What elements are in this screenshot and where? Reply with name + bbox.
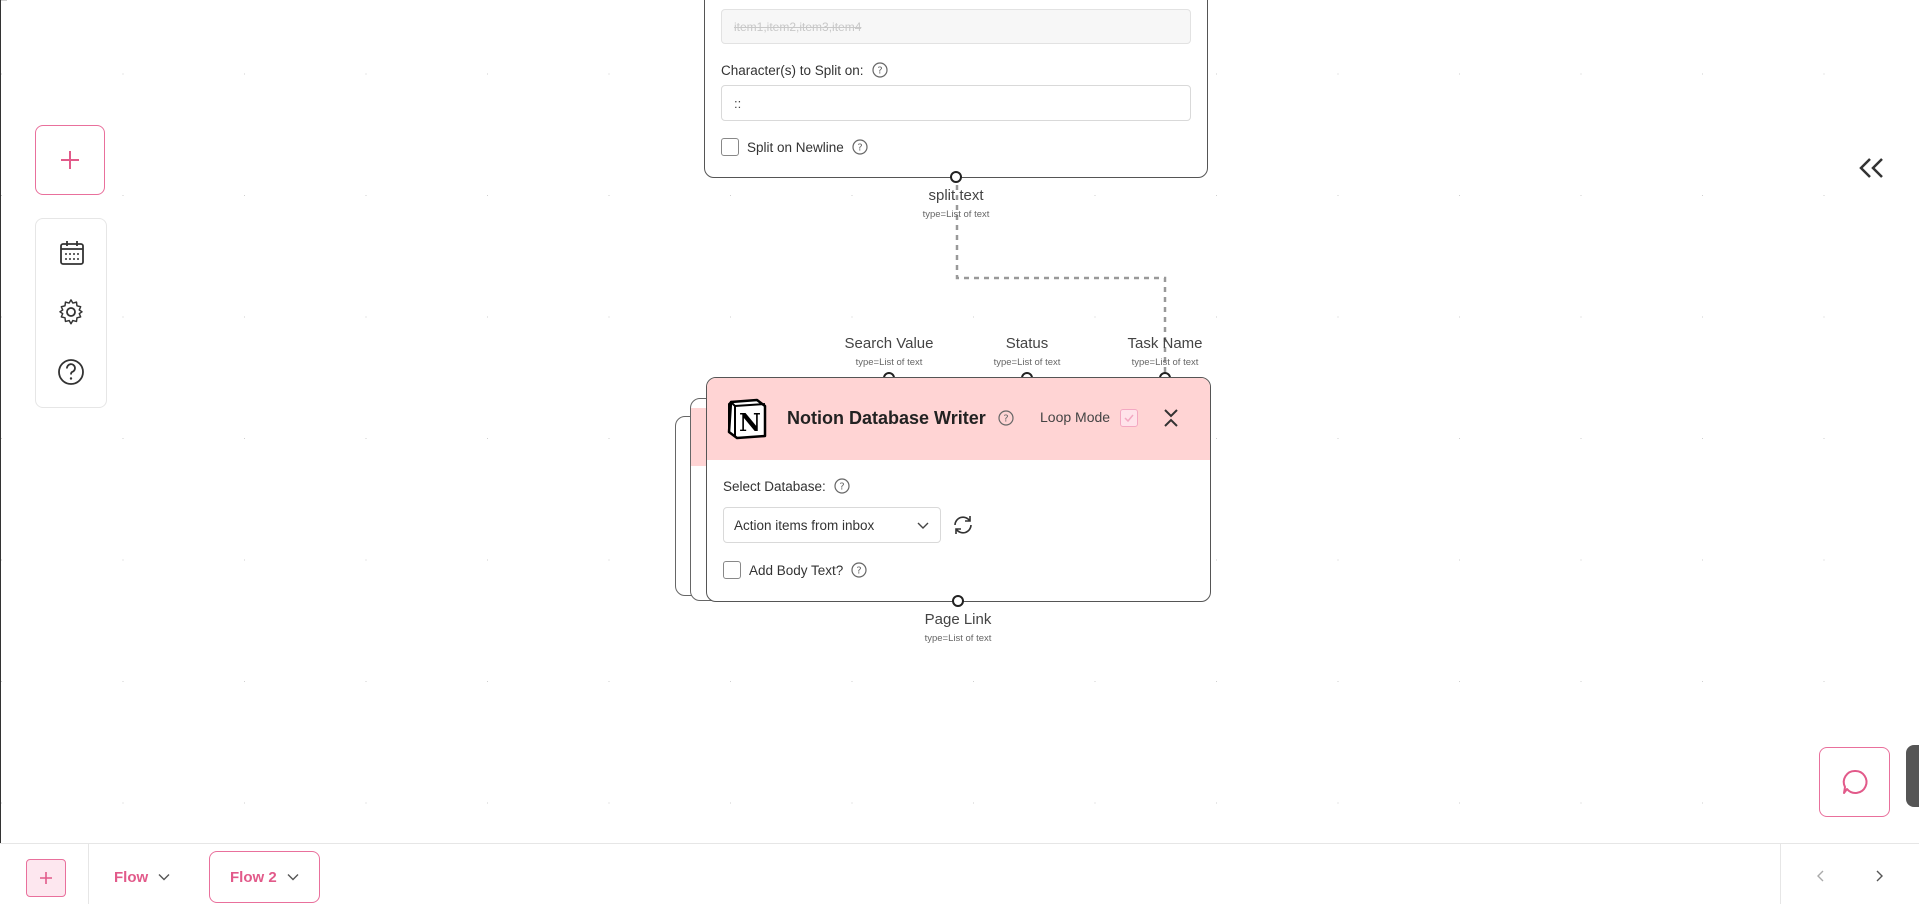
notion-database-writer-node[interactable]: N Notion Database Writer ? Loop Mode Sel… <box>706 377 1211 602</box>
text-input-placeholder: item1,item2,item3,item4 <box>734 19 862 34</box>
split-newline-label: Split on Newline <box>747 139 844 155</box>
database-select[interactable]: Action items from inbox <box>723 507 941 543</box>
divider <box>88 844 89 904</box>
plus-icon <box>40 872 52 884</box>
input-label-status: Status <box>1005 335 1049 352</box>
split-output-label: split text <box>928 187 984 204</box>
loop-mode-checkbox[interactable] <box>1120 409 1138 427</box>
help-icon[interactable]: ? <box>852 139 868 155</box>
chevron-down-icon <box>287 874 299 881</box>
settings-button[interactable] <box>55 296 87 328</box>
chat-button[interactable] <box>1819 747 1890 817</box>
input-type-status: type=List of text <box>993 357 1061 368</box>
chevron-down-icon <box>917 522 929 529</box>
loop-mode-label: Loop Mode <box>1040 409 1111 425</box>
split-output-port[interactable] <box>950 171 962 183</box>
help-icon[interactable]: ? <box>871 62 888 78</box>
flow-tab[interactable]: Flow <box>94 851 190 903</box>
add-body-text-label: Add Body Text? <box>749 562 844 578</box>
newline-row: Split on Newline ? <box>721 138 868 156</box>
check-icon <box>1124 414 1134 423</box>
split-chars-input[interactable]: :: <box>721 85 1191 121</box>
flow-2-tab-label: Flow 2 <box>230 868 277 886</box>
flow-2-tab[interactable]: Flow 2 <box>209 851 320 903</box>
split-text-node[interactable]: item1,item2,item3,item4 Character(s) to … <box>704 0 1208 178</box>
svg-text:N: N <box>739 408 761 437</box>
help-circle-icon <box>58 359 84 385</box>
split-chars-label: Character(s) to Split on: <box>721 62 864 78</box>
flow-canvas[interactable]: item1,item2,item3,item4 Character(s) to … <box>0 0 1919 843</box>
svg-text:?: ? <box>857 143 862 154</box>
chat-bubble-icon <box>1842 769 1867 794</box>
split-output-type: type=List of text <box>922 209 990 220</box>
help-button[interactable] <box>55 356 87 388</box>
select-db-label: Select Database: <box>723 478 826 494</box>
help-icon[interactable]: ? <box>998 410 1014 431</box>
text-input-field[interactable]: item1,item2,item3,item4 <box>721 9 1191 44</box>
split-chars-label-row: Character(s) to Split on: ? <box>721 62 888 78</box>
collapse-node-button[interactable] <box>1159 406 1183 430</box>
body-text-row: Add Body Text? ? <box>723 561 867 579</box>
add-node-button[interactable] <box>35 125 105 195</box>
split-chars-value: :: <box>734 95 742 111</box>
collapse-chevrons-icon <box>1164 409 1178 427</box>
select-db-label-row: Select Database: ? <box>723 478 850 494</box>
side-drawer-tab[interactable] <box>1906 745 1919 807</box>
notion-output-type: type=List of text <box>924 633 992 644</box>
svg-text:?: ? <box>877 66 882 77</box>
double-chevron-left-icon <box>1859 158 1883 178</box>
svg-text:?: ? <box>839 482 844 493</box>
database-select-value: Action items from inbox <box>734 517 875 533</box>
split-newline-checkbox[interactable] <box>721 138 739 156</box>
next-tab-button[interactable] <box>1869 866 1889 886</box>
notion-output-port[interactable] <box>952 595 964 607</box>
previous-tab-button[interactable] <box>1811 866 1831 886</box>
calendar-button[interactable] <box>56 237 88 269</box>
svg-text:?: ? <box>857 566 862 577</box>
input-label-search-value: Search Value <box>844 335 934 352</box>
chevron-right-icon <box>1876 870 1883 882</box>
flow-tab-label: Flow <box>114 868 149 886</box>
calendar-icon <box>60 241 84 265</box>
notion-output-label: Page Link <box>924 611 992 628</box>
refresh-icon[interactable] <box>951 513 975 537</box>
add-flow-button[interactable] <box>26 859 66 897</box>
input-label-task-name: Task Name <box>1127 335 1203 352</box>
collapse-panel-button[interactable] <box>1853 150 1889 186</box>
bottom-tab-bar: Flow Flow 2 <box>0 843 1919 904</box>
node-header: N Notion Database Writer ? Loop Mode <box>707 378 1210 460</box>
svg-text:?: ? <box>1003 414 1008 425</box>
plus-icon <box>61 151 79 169</box>
gear-icon <box>59 299 83 325</box>
chevron-down-icon <box>158 874 170 881</box>
add-body-text-checkbox[interactable] <box>723 561 741 579</box>
help-icon[interactable]: ? <box>851 562 867 578</box>
help-icon[interactable]: ? <box>834 478 850 494</box>
divider <box>1780 844 1781 904</box>
chevron-left-icon <box>1817 870 1824 882</box>
notion-logo-icon: N <box>727 398 767 440</box>
app-root: item1,item2,item3,item4 Character(s) to … <box>0 0 1919 904</box>
input-type-task-name: type=List of text <box>1131 357 1199 368</box>
input-type-search-value: type=List of text <box>855 357 923 368</box>
node-title: Notion Database Writer <box>787 408 986 428</box>
